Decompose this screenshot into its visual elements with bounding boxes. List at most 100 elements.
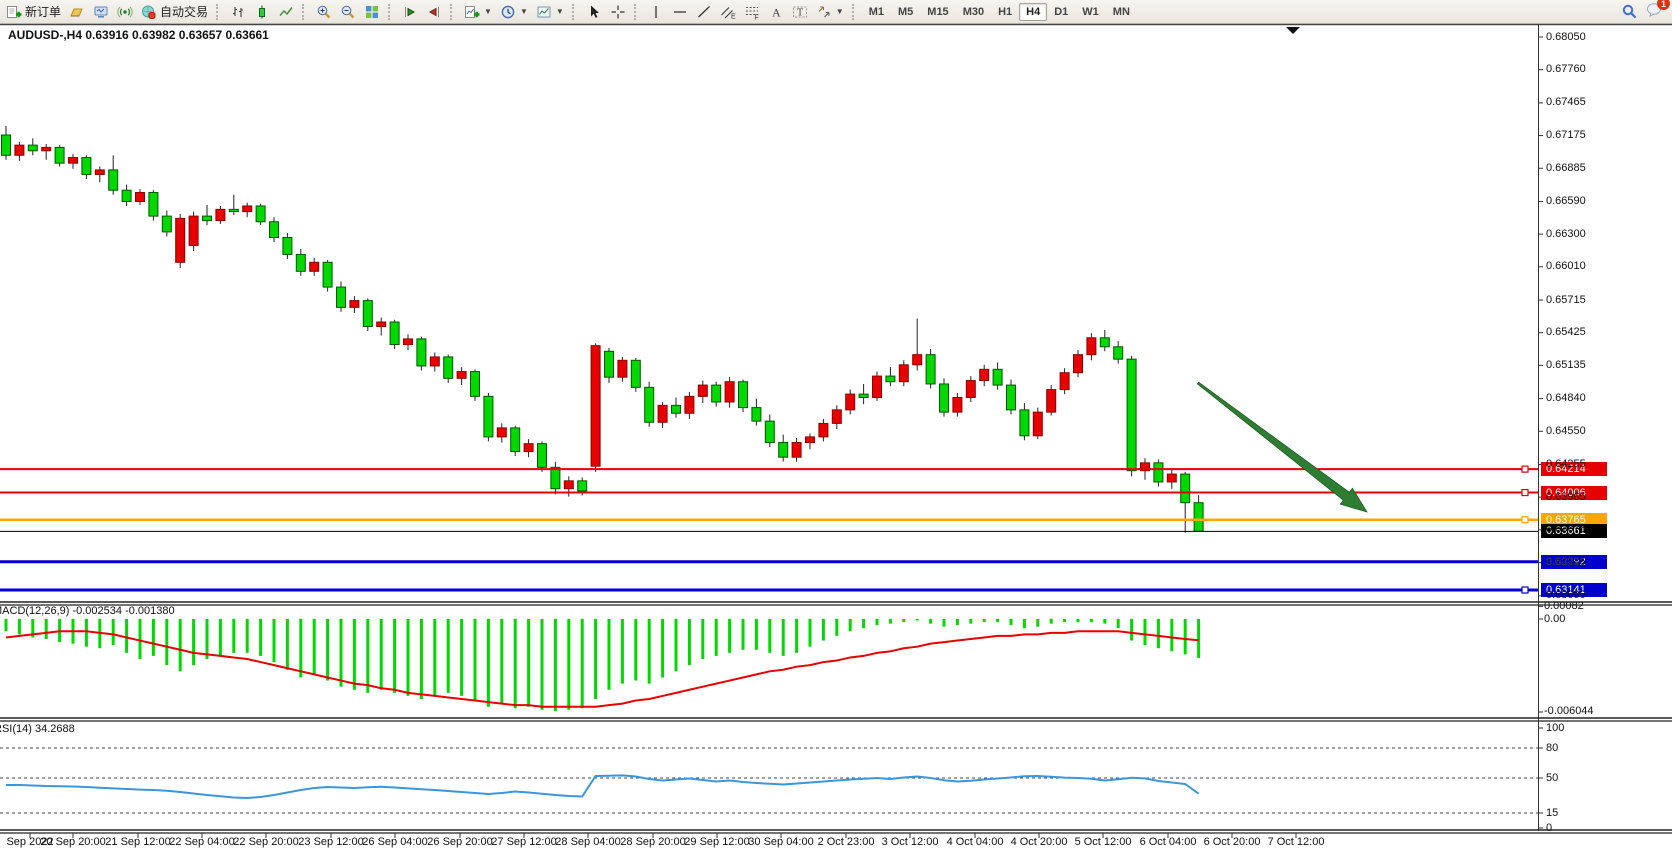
price-axis-tick: 0.65715 (1546, 294, 1586, 306)
terminal-icon (93, 4, 109, 20)
time-axis-label: 22 Sep 04:00 (169, 836, 234, 848)
cursor-button[interactable] (582, 0, 606, 24)
chevron-down-icon: ▼ (556, 7, 564, 16)
price-axis-tick: 0.67465 (1546, 96, 1586, 108)
trendline-icon (696, 4, 712, 20)
horizontal-line-button[interactable] (668, 0, 692, 24)
auto-scroll-icon (402, 4, 418, 20)
templates-button[interactable]: ▼ (532, 0, 568, 24)
price-level-tag: 0.64006 (1541, 486, 1607, 500)
vertical-line-button[interactable] (644, 0, 668, 24)
signals-button[interactable] (113, 0, 137, 24)
time-axis-label: 23 Sep 12:00 (298, 836, 363, 848)
chevron-down-icon: ▼ (520, 7, 528, 16)
macd-indicator-label: MACD(12,26,9) -0.002534 -0.001380 (0, 605, 175, 617)
history-center-button[interactable] (65, 0, 89, 24)
svg-text:A: A (772, 5, 781, 19)
macd-axis-tick: 0.00082 (1544, 600, 1584, 612)
price-level-tag: 0.64214 (1541, 462, 1607, 476)
crosshair-icon (610, 4, 626, 20)
time-axis-label: 6 Oct 04:00 (1140, 836, 1197, 848)
line-chart-button[interactable] (274, 0, 298, 24)
bar-chart-button[interactable] (226, 0, 250, 24)
chart-title: AUDUSD-,H4 0.63916 0.63982 0.63657 0.636… (8, 28, 269, 42)
notifications-button[interactable]: 1 (1646, 1, 1664, 22)
rsi-axis-tick: 0 (1546, 822, 1552, 834)
price-axis-tick: 0.63090 (1546, 589, 1586, 601)
timeframe-button-w1[interactable]: W1 (1075, 3, 1106, 21)
timeframe-button-d1[interactable]: D1 (1047, 3, 1075, 21)
text-label-button[interactable]: T (788, 0, 812, 24)
time-axis-label: 2 Oct 23:00 (818, 836, 875, 848)
cursor-icon (586, 4, 602, 20)
toolbar-grip (302, 4, 308, 20)
price-axis-tick: 0.64255 (1546, 458, 1586, 470)
indicators-button[interactable]: ▼ (460, 0, 496, 24)
terminal-button[interactable] (89, 0, 113, 24)
price-level-tag: 0.63141 (1541, 583, 1607, 597)
auto-scroll-button[interactable] (398, 0, 422, 24)
timeframe-button-m1[interactable]: M1 (862, 3, 891, 21)
search-icon[interactable] (1621, 3, 1638, 20)
toolbar-right: 1 (1621, 1, 1670, 22)
crosshair-button[interactable] (606, 0, 630, 24)
timeframe-button-m30[interactable]: M30 (956, 3, 991, 21)
time-axis-label: 6 Oct 20:00 (1204, 836, 1261, 848)
periods-button[interactable]: ▼ (496, 0, 532, 24)
tile-windows-button[interactable] (360, 0, 384, 24)
rsi-axis-tick: 50 (1546, 772, 1558, 784)
price-axis-tick: 0.63965 (1546, 491, 1586, 503)
down-arrow-annotation (1197, 382, 1367, 512)
vertical-line-icon (648, 4, 664, 20)
arrows-button[interactable]: ▼ (812, 0, 848, 24)
timeframe-button-mn[interactable]: MN (1106, 3, 1137, 21)
zoom-in-button[interactable] (312, 0, 336, 24)
price-axis-tick: 0.66010 (1546, 260, 1586, 272)
time-axis-label: 26 Sep 04:00 (362, 836, 427, 848)
time-axis-label: 27 Sep 12:00 (491, 836, 556, 848)
history-center-icon (69, 4, 85, 20)
arrows-icon (816, 4, 832, 20)
toolbar-grip (572, 4, 578, 20)
timeframe-button-m15[interactable]: M15 (920, 3, 955, 21)
auto-trading-button[interactable]: 自动交易 (137, 0, 212, 24)
text-icon: A (768, 4, 784, 20)
price-axis-tick: 0.64840 (1546, 392, 1586, 404)
chart-shift-button[interactable] (422, 0, 446, 24)
channel-button[interactable]: E (716, 0, 740, 24)
bar-chart-icon (230, 4, 246, 20)
timeframe-button-h4[interactable]: H4 (1019, 3, 1047, 21)
time-axis-label: 29 Sep 12:00 (684, 836, 749, 848)
time-axis-label: 7 Oct 12:00 (1268, 836, 1325, 848)
toolbar-grip (450, 4, 456, 20)
chart-canvas (0, 24, 1672, 853)
time-axis-label: 4 Oct 20:00 (1011, 836, 1068, 848)
price-axis-tick: 0.65425 (1546, 326, 1586, 338)
signals-icon (117, 4, 133, 20)
fibonacci-icon: F (744, 4, 760, 20)
new-order-icon (6, 4, 22, 20)
trendline-button[interactable] (692, 0, 716, 24)
time-axis-label: 28 Sep 04:00 (555, 836, 620, 848)
price-axis-tick: 0.64550 (1546, 425, 1586, 437)
text-button[interactable]: A (764, 0, 788, 24)
candlestick-chart-button[interactable] (250, 0, 274, 24)
fibonacci-button[interactable]: F (740, 0, 764, 24)
rsi-axis-tick: 100 (1546, 722, 1564, 734)
toolbar: 新订单 自动交易 (0, 0, 1672, 24)
time-axis-label: 26 Sep 20:00 (427, 836, 492, 848)
time-axis-label: 3 Oct 12:00 (882, 836, 939, 848)
chart-area[interactable]: AUDUSD-,H4 0.63916 0.63982 0.63657 0.636… (0, 24, 1672, 853)
price-axis-tick: 0.67175 (1546, 129, 1586, 141)
new-order-button[interactable]: 新订单 (2, 0, 65, 24)
macd-axis-tick: 0.00 (1544, 613, 1565, 625)
timeframe-button-h1[interactable]: H1 (991, 3, 1019, 21)
price-axis-tick: 0.67760 (1546, 63, 1586, 75)
toolbar-grip (388, 4, 394, 20)
price-axis-tick: 0.66300 (1546, 228, 1586, 240)
price-axis-tick: 0.66590 (1546, 195, 1586, 207)
price-axis-tick: 0.66885 (1546, 162, 1586, 174)
zoom-out-button[interactable] (336, 0, 360, 24)
time-axis-label: 28 Sep 20:00 (620, 836, 685, 848)
timeframe-button-m5[interactable]: M5 (891, 3, 920, 21)
